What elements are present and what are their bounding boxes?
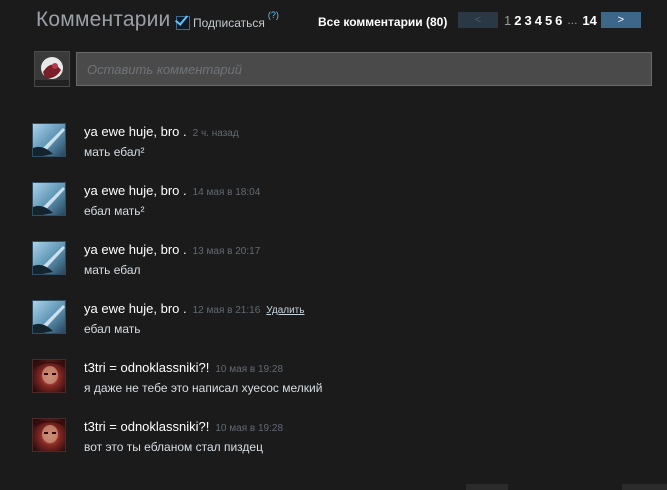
- page-link-last[interactable]: 14: [582, 13, 596, 28]
- avatar-image: [33, 124, 65, 156]
- pagination: < 1 2 3 4 5 6 ... 14 >: [458, 12, 641, 28]
- comments-title: Комментарии: [36, 8, 171, 31]
- bottom-pager-fragment: [466, 484, 508, 490]
- comment-text: мать ебал²: [84, 145, 145, 159]
- comment-author[interactable]: ya ewe huje, bro .: [84, 242, 187, 257]
- comment-timestamp: 10 мая в 19:28: [215, 364, 284, 375]
- page-link-2[interactable]: 2: [514, 13, 521, 28]
- avatar-image: [33, 301, 65, 333]
- page-ellipsis: ...: [567, 13, 578, 27]
- comment-timestamp: 13 мая в 20:17: [192, 246, 261, 257]
- subscribe-checkbox[interactable]: [174, 12, 190, 30]
- comment-item: ya ewe huje, bro . 13 мая в 20:17 мать еб…: [32, 241, 652, 291]
- comment-item: t3tri = odnoklassniki?! 10 мая в 19:28 во…: [32, 418, 652, 468]
- comment-item: ya ewe huje, bro . 2 ч. назад мать ебал²: [32, 123, 652, 173]
- comment-author-line: ya ewe huje, bro . 13 мая в 20:17: [84, 242, 260, 257]
- checkmark-icon: [174, 12, 189, 26]
- avatar-image: [33, 360, 65, 392]
- page-link-3[interactable]: 3: [524, 13, 531, 28]
- comment-timestamp: 2 ч. назад: [192, 128, 239, 139]
- comment-timestamp: 12 мая в 21:16: [192, 305, 261, 316]
- comment-author[interactable]: t3tri = odnoklassniki?!: [84, 419, 209, 434]
- page-link-5[interactable]: 5: [545, 13, 552, 28]
- comment-item: ya ewe huje, bro . 14 мая в 18:04 ебал ма…: [32, 182, 652, 232]
- avatar-image: [33, 242, 65, 274]
- comment-author[interactable]: ya ewe huje, bro .: [84, 124, 187, 139]
- comment-author-line: ya ewe huje, bro . 12 мая в 21:16 Удалить: [84, 301, 304, 316]
- page-link-1[interactable]: 1: [504, 13, 511, 28]
- red-face-avatar[interactable]: [32, 418, 66, 452]
- comment-input[interactable]: [76, 52, 652, 86]
- subscribe-label: Подписаться: [193, 16, 265, 30]
- comment-timestamp: 10 мая в 19:28: [215, 423, 284, 434]
- prev-page-button[interactable]: <: [458, 12, 498, 28]
- page-link-4[interactable]: 4: [535, 13, 542, 28]
- page-link-6[interactable]: 6: [555, 13, 562, 28]
- comment-text: я даже не тебе это написал хуесос мелкий: [84, 381, 323, 395]
- current-user-avatar[interactable]: [34, 51, 70, 87]
- comment-item: ya ewe huje, bro . 12 мая в 21:16 Удалить …: [32, 300, 652, 350]
- comment-text: вот это ты ебланом стал пиздец: [84, 440, 263, 454]
- delete-comment-link[interactable]: Удалить: [266, 305, 304, 316]
- avatar-image: [33, 419, 65, 451]
- subscribe-help[interactable]: (?): [268, 10, 279, 20]
- blue-sky-avatar[interactable]: [32, 123, 66, 157]
- all-comments-link[interactable]: Все комментарии (80): [318, 15, 447, 29]
- blue-sky-avatar[interactable]: [32, 241, 66, 275]
- bottom-pager-fragment: [622, 484, 667, 490]
- comment-item: t3tri = odnoklassniki?! 10 мая в 19:28 я …: [32, 359, 652, 409]
- comment-author-line: ya ewe huje, bro . 2 ч. назад: [84, 124, 239, 139]
- comment-author[interactable]: ya ewe huje, bro .: [84, 183, 187, 198]
- comment-timestamp: 14 мая в 18:04: [192, 187, 261, 198]
- comment-author[interactable]: ya ewe huje, bro .: [84, 301, 187, 316]
- comments-header: Комментарии Подписаться (?) Все коммента…: [0, 0, 667, 40]
- comment-author-line: t3tri = odnoklassniki?! 10 мая в 19:28: [84, 360, 283, 375]
- next-page-button[interactable]: >: [600, 12, 641, 28]
- current-user-avatar-image: [35, 52, 69, 86]
- comment-text: ебал мать: [84, 322, 141, 336]
- avatar-image: [33, 183, 65, 215]
- blue-sky-avatar[interactable]: [32, 182, 66, 216]
- page-list: 1 2 3 4 5 6 ... 14: [504, 13, 597, 28]
- comment-author[interactable]: t3tri = odnoklassniki?!: [84, 360, 209, 375]
- comment-author-line: t3tri = odnoklassniki?! 10 мая в 19:28: [84, 419, 283, 434]
- subscribe-toggle[interactable]: Подписаться (?): [174, 10, 279, 30]
- comment-author-line: ya ewe huje, bro . 14 мая в 18:04: [84, 183, 260, 198]
- comment-text: ебал мать²: [84, 204, 145, 218]
- red-face-avatar[interactable]: [32, 359, 66, 393]
- blue-sky-avatar[interactable]: [32, 300, 66, 334]
- comment-text: мать ебал: [84, 263, 141, 277]
